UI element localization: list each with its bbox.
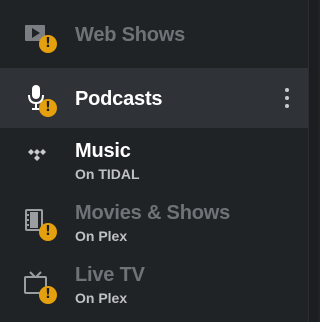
warning-icon: ! bbox=[39, 286, 57, 304]
warning-icon: ! bbox=[39, 99, 57, 117]
sidebar-item-label: Live TV bbox=[75, 264, 145, 286]
sidebar-item-live-tv[interactable]: ! Live TV On Plex bbox=[0, 255, 308, 315]
microphone-icon: ! bbox=[22, 82, 57, 117]
web-shows-icon: ! bbox=[22, 18, 57, 53]
tv-icon: ! bbox=[22, 269, 57, 304]
sidebar-item-web-shows[interactable]: ! Web Shows bbox=[0, 4, 308, 64]
more-options-icon[interactable] bbox=[281, 88, 293, 108]
film-icon: ! bbox=[22, 206, 57, 241]
sidebar-item-music[interactable]: Music On TIDAL bbox=[0, 130, 308, 190]
sidebar-item-podcasts[interactable]: ! Podcasts bbox=[0, 68, 308, 128]
warning-icon: ! bbox=[39, 223, 57, 241]
sidebar-item-label: Music bbox=[75, 140, 131, 162]
tidal-icon bbox=[22, 142, 52, 174]
sidebar-item-movies-shows[interactable]: ! Movies & Shows On Plex bbox=[0, 192, 308, 252]
sidebar-item-source: On TIDAL bbox=[75, 166, 140, 182]
warning-icon: ! bbox=[39, 35, 57, 53]
sidebar-item-label: Movies & Shows bbox=[75, 202, 231, 224]
sidebar-item-label: Web Shows bbox=[75, 24, 186, 46]
scrollbar-track[interactable] bbox=[308, 0, 318, 322]
sidebar-item-source: On Plex bbox=[75, 228, 128, 244]
source-sidebar: ! Web Shows ! Podcasts Music On TIDAL ! … bbox=[0, 0, 308, 322]
sidebar-item-source: On Plex bbox=[75, 290, 128, 306]
sidebar-item-label: Podcasts bbox=[75, 88, 163, 110]
